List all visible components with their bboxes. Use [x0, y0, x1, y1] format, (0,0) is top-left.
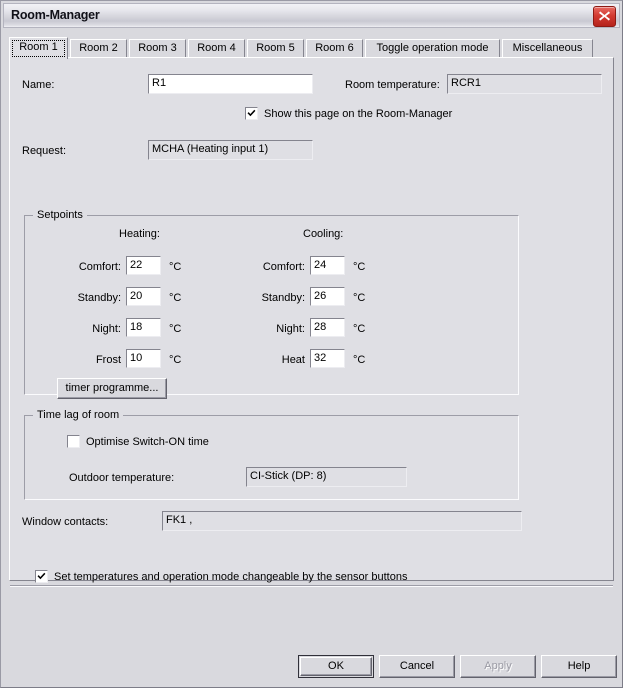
tab-room-3[interactable]: Room 3 — [129, 39, 186, 58]
cooling-night-label: Night: — [276, 323, 305, 335]
tab-label: Toggle operation mode — [376, 42, 489, 54]
optimise-switch-on-label[interactable]: Optimise Switch-ON time — [86, 436, 209, 448]
show-page-checkbox[interactable] — [245, 107, 258, 120]
footer-separator — [10, 585, 613, 587]
setpoints-group: Setpoints Heating: Cooling: Comfort: 22 … — [24, 209, 519, 399]
timer-programme-button[interactable]: timer programme... — [57, 378, 167, 399]
tab-page-room-1: Name: R1 Room temperature: RCR1 Show thi… — [9, 57, 614, 583]
tab-room-1[interactable]: Room 1 — [9, 37, 68, 59]
tab-room-6[interactable]: Room 6 — [306, 39, 363, 58]
window-contacts-value[interactable]: FK1 , — [162, 511, 522, 531]
cooling-column-header: Cooling: — [303, 228, 344, 240]
heating-standby-label: Standby: — [77, 292, 121, 304]
timer-programme-label: timer programme... — [65, 382, 159, 394]
cooling-standby-input[interactable]: 26 — [310, 287, 345, 306]
cooling-comfort-unit: °C — [353, 261, 366, 273]
tab-label: Room 1 — [19, 41, 58, 53]
cancel-button[interactable]: Cancel — [379, 655, 455, 678]
window-contacts-label: Window contacts: — [22, 516, 109, 528]
tab-room-5[interactable]: Room 5 — [247, 39, 304, 58]
time-lag-group: Time lag of room Optimise Switch-ON time… — [24, 409, 519, 500]
heating-comfort-label: Comfort: — [78, 261, 121, 273]
show-page-label[interactable]: Show this page on the Room-Manager — [264, 108, 452, 120]
request-label: Request: — [22, 145, 67, 157]
heating-standby-input[interactable]: 20 — [126, 287, 161, 306]
heating-column-header: Heating: — [119, 228, 160, 240]
cooling-heat-unit: °C — [353, 354, 366, 366]
heating-night-unit: °C — [169, 323, 182, 335]
tab-label: Miscellaneous — [512, 42, 583, 54]
heating-standby-unit: °C — [169, 292, 182, 304]
window-title: Room-Manager — [11, 8, 100, 22]
heating-night-label: Night: — [92, 323, 121, 335]
outdoor-temperature-value[interactable]: CI-Stick (DP: 8) — [246, 467, 407, 487]
tab-miscellaneous[interactable]: Miscellaneous — [502, 39, 593, 58]
check-icon — [37, 572, 46, 580]
sensor-buttons-label[interactable]: Set temperatures and operation mode chan… — [54, 571, 407, 583]
cooling-heat-input[interactable]: 32 — [310, 349, 345, 368]
room-manager-dialog: Room-Manager Room 1 Room 2 Room 3 Room 4… — [0, 0, 623, 688]
setpoints-group-title: Setpoints — [33, 209, 87, 221]
tab-room-4[interactable]: Room 4 — [188, 39, 245, 58]
help-button[interactable]: Help — [541, 655, 617, 678]
optimise-switch-on-checkbox[interactable] — [67, 435, 80, 448]
ok-button-label: OK — [328, 660, 344, 672]
room-temperature-value[interactable]: RCR1 — [447, 74, 602, 94]
cooling-standby-label: Standby: — [261, 292, 305, 304]
help-button-label: Help — [567, 660, 591, 672]
tab-label: Room 2 — [79, 42, 118, 54]
time-lag-group-title: Time lag of room — [33, 409, 124, 421]
apply-button-label: Apply — [484, 660, 512, 672]
cooling-night-unit: °C — [353, 323, 366, 335]
heating-frost-unit: °C — [169, 354, 182, 366]
sensor-buttons-checkbox[interactable] — [35, 570, 48, 583]
close-icon[interactable] — [593, 6, 616, 27]
outdoor-temperature-label: Outdoor temperature: — [69, 472, 175, 484]
tab-label: Room 6 — [315, 42, 354, 54]
heating-comfort-input[interactable]: 22 — [126, 256, 161, 275]
apply-button: Apply — [460, 655, 536, 678]
cooling-comfort-input[interactable]: 24 — [310, 256, 345, 275]
title-bar: Room-Manager — [3, 3, 620, 28]
tab-strip: Room 1 Room 2 Room 3 Room 4 Room 5 Room … — [9, 37, 614, 59]
cooling-comfort-label: Comfort: — [262, 261, 305, 273]
cooling-standby-unit: °C — [353, 292, 366, 304]
tab-toggle-operation-mode[interactable]: Toggle operation mode — [365, 39, 500, 58]
cooling-heat-label: Heat — [281, 354, 305, 366]
heating-comfort-unit: °C — [169, 261, 182, 273]
tab-label: Room 3 — [138, 42, 177, 54]
heating-frost-input[interactable]: 10 — [126, 349, 161, 368]
name-input[interactable]: R1 — [148, 74, 313, 94]
request-value[interactable]: MCHA (Heating input 1) — [148, 140, 313, 160]
heating-night-input[interactable]: 18 — [126, 318, 161, 337]
check-icon — [247, 109, 256, 117]
ok-button[interactable]: OK — [298, 655, 374, 678]
tab-label: Room 4 — [197, 42, 236, 54]
heating-frost-label: Frost — [95, 354, 121, 366]
cancel-button-label: Cancel — [399, 660, 435, 672]
room-temperature-label: Room temperature: — [345, 79, 440, 91]
tab-room-2[interactable]: Room 2 — [70, 39, 127, 58]
cooling-night-input[interactable]: 28 — [310, 318, 345, 337]
name-label: Name: — [22, 79, 55, 91]
tab-label: Room 5 — [256, 42, 295, 54]
